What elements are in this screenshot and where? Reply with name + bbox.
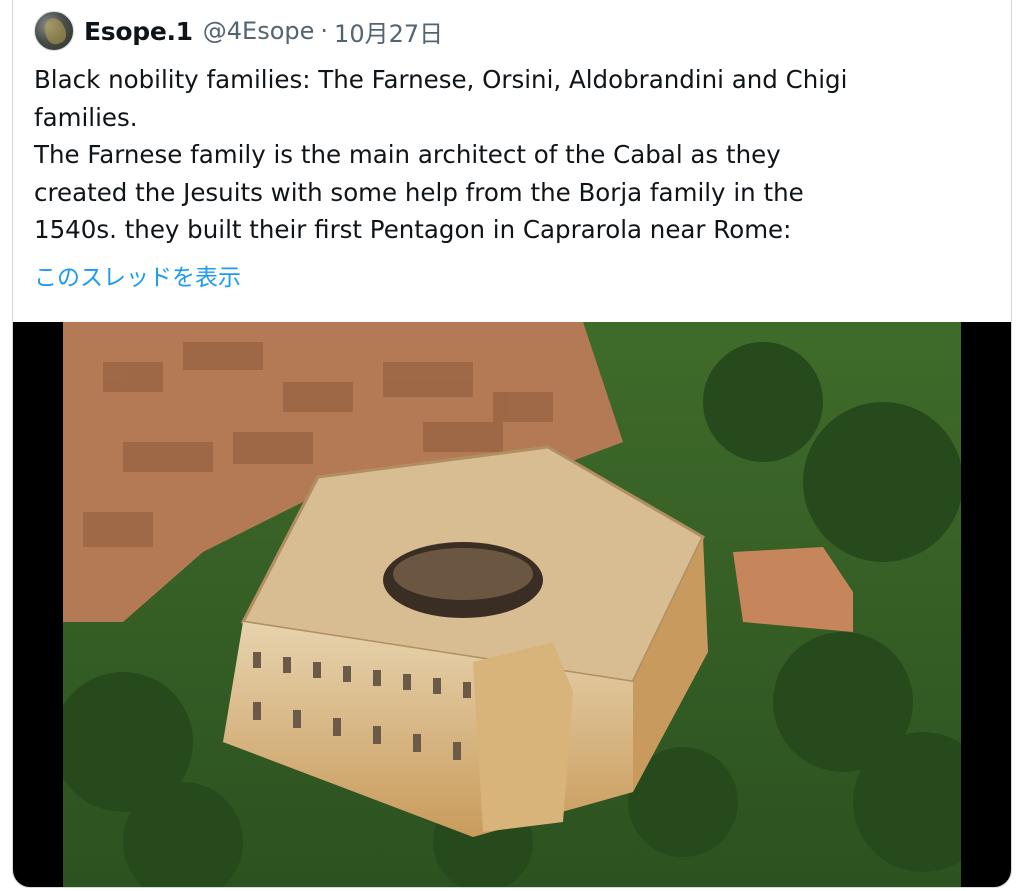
avatar[interactable] — [34, 11, 74, 51]
tweet-media[interactable] — [13, 322, 1011, 887]
author-name[interactable]: Esope.1 — [84, 17, 193, 46]
show-thread-link[interactable]: このスレッドを表示 — [34, 258, 241, 292]
separator-dot: · — [320, 17, 329, 45]
palace-aerial-photo — [63, 322, 961, 887]
tweet-header: Esope.1 @4Esope · 10月27日 — [34, 10, 443, 52]
tweet-card[interactable]: Esope.1 @4Esope · 10月27日 Black nobility … — [12, 0, 1012, 888]
tweet-date[interactable]: 10月27日 — [334, 14, 443, 49]
tweet-text: Black nobility families: The Farnese, Or… — [34, 65, 848, 244]
author-handle[interactable]: @4Esope — [203, 17, 315, 45]
